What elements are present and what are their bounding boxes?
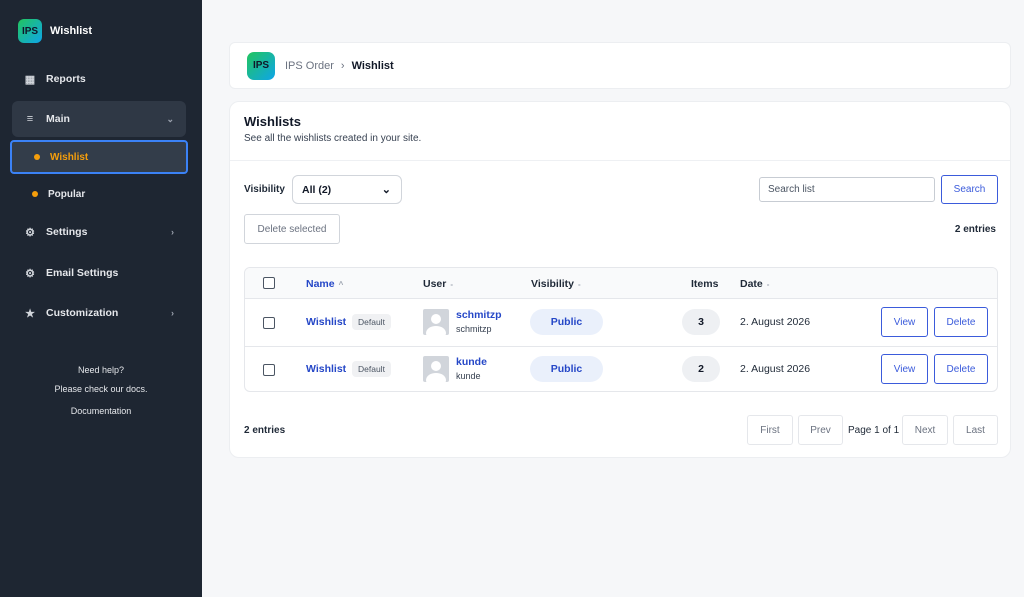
help-title: Need help? [77, 365, 125, 375]
column-header-date[interactable]: Date - [740, 278, 769, 290]
page-info: Page 1 of 1 [848, 425, 900, 436]
sidebar-item-label: Popular [48, 188, 86, 200]
sort-icon: - [450, 280, 454, 289]
column-header-label: User [423, 278, 447, 290]
search-input[interactable] [759, 177, 935, 202]
table-row: Wishlist Default kunde kunde Public 2 2.… [245, 346, 997, 391]
sidebar: IPS Wishlist ▦ Reports ≡ Main ⌄ Wishlist… [0, 0, 202, 597]
sidebar-item-label: Main [46, 113, 70, 125]
reports-icon: ▦ [24, 73, 36, 86]
prev-page-button[interactable]: Prev [798, 415, 843, 445]
sidebar-item-email-settings[interactable]: ⚙ Email Settings [12, 255, 186, 291]
row-checkbox[interactable] [263, 317, 275, 329]
breadcrumb-root-link[interactable]: IPS Order [285, 60, 334, 72]
breadcrumb: IPS IPS Order › Wishlist [229, 42, 1011, 89]
avatar [423, 309, 449, 335]
sidebar-item-reports[interactable]: ▦ Reports [12, 61, 186, 97]
user-login: kunde [456, 371, 481, 381]
documentation-link[interactable]: Documentation [0, 406, 202, 416]
column-header-label: Visibility [531, 278, 574, 290]
sort-asc-icon: ^ [338, 280, 344, 289]
page-subtitle: See all the wishlists created in your si… [244, 133, 422, 144]
column-header-label: Date [740, 278, 763, 290]
user-login: schmitzp [456, 324, 492, 334]
app-logo: IPS [18, 19, 42, 43]
visibility-badge: Public [530, 309, 603, 335]
sidebar-item-label: Settings [46, 226, 88, 238]
page-title: Wishlists [244, 114, 301, 129]
sidebar-item-settings[interactable]: ⚙ Settings › [12, 214, 186, 250]
bullet-dot-icon [34, 154, 40, 160]
app-name: Wishlist [50, 25, 93, 37]
user-name-link[interactable]: schmitzp [456, 309, 502, 321]
column-header-name[interactable]: Name ^ [306, 278, 343, 290]
delete-selected-button[interactable]: Delete selected [244, 214, 340, 244]
view-button[interactable]: View [881, 354, 928, 384]
sidebar-subitem-wishlist[interactable]: Wishlist [10, 140, 188, 174]
created-date: 2. August 2026 [740, 316, 811, 328]
chevron-down-icon: ⌄ [381, 184, 391, 196]
divider [230, 160, 1010, 161]
brand[interactable]: IPS Wishlist [18, 19, 92, 43]
avatar [423, 356, 449, 382]
select-all-checkbox[interactable] [263, 277, 275, 289]
breadcrumb-current: Wishlist [351, 59, 394, 72]
wishlist-name-link[interactable]: Wishlist [306, 363, 346, 375]
breadcrumb-logo: IPS [247, 51, 275, 80]
bullet-dot-icon [32, 191, 38, 197]
column-header-user[interactable]: User - [423, 278, 453, 290]
default-badge: Default [352, 361, 391, 377]
last-page-button[interactable]: Last [953, 415, 998, 445]
help-text: Please check our docs. [54, 384, 148, 394]
chevron-right-icon: › [171, 308, 174, 318]
star-icon: ★ [25, 307, 35, 320]
wishlists-card: Wishlists See all the wishlists created … [229, 101, 1011, 458]
created-date: 2. August 2026 [740, 363, 811, 375]
visibility-filter-label: Visibility [244, 184, 285, 195]
visibility-select[interactable]: All (2) ⌄ [292, 175, 402, 204]
first-page-button[interactable]: First [747, 415, 793, 445]
gear-icon: ⚙ [25, 226, 35, 239]
sidebar-item-label: Customization [46, 307, 119, 319]
table-header: Name ^ User - Visibility - Items Date - [245, 268, 997, 299]
delete-button[interactable]: Delete [934, 354, 988, 384]
breadcrumb-separator-icon: › [340, 59, 345, 72]
column-header-visibility[interactable]: Visibility - [531, 278, 581, 290]
sidebar-item-label: Email Settings [46, 267, 119, 279]
sort-icon: - [766, 280, 770, 289]
view-button[interactable]: View [881, 307, 928, 337]
sidebar-subitem-popular[interactable]: Popular [10, 177, 188, 211]
user-name-link[interactable]: kunde [456, 356, 487, 368]
wishlists-table: Name ^ User - Visibility - Items Date - Wish… [244, 267, 998, 392]
row-checkbox[interactable] [263, 364, 275, 376]
items-count-badge: 2 [682, 356, 720, 382]
entries-count: 2 entries [954, 224, 996, 235]
items-count-badge: 3 [682, 309, 720, 335]
default-badge: Default [352, 314, 391, 330]
entries-count-footer: 2 entries [244, 425, 286, 436]
column-header-label: Name [306, 278, 335, 290]
sidebar-item-label: Wishlist [50, 151, 89, 163]
next-page-button[interactable]: Next [902, 415, 948, 445]
visibility-select-value: All (2) [302, 183, 332, 196]
sidebar-item-customization[interactable]: ★ Customization › [12, 295, 186, 331]
sort-icon: - [578, 280, 581, 289]
wishlist-name-link[interactable]: Wishlist [306, 316, 346, 328]
column-header-items: Items [691, 278, 719, 290]
visibility-badge: Public [530, 356, 603, 382]
sidebar-item-label: Reports [46, 73, 86, 85]
table-row: Wishlist Default schmitzp schmitzp Publi… [245, 299, 997, 346]
menu-lines-icon: ≡ [26, 113, 34, 125]
search-button[interactable]: Search [941, 175, 998, 204]
sidebar-item-main[interactable]: ≡ Main ⌄ [12, 101, 186, 137]
chevron-right-icon: › [171, 227, 174, 237]
gear-icon: ⚙ [25, 267, 35, 280]
chevron-down-icon: ⌄ [166, 113, 174, 124]
delete-button[interactable]: Delete [934, 307, 988, 337]
